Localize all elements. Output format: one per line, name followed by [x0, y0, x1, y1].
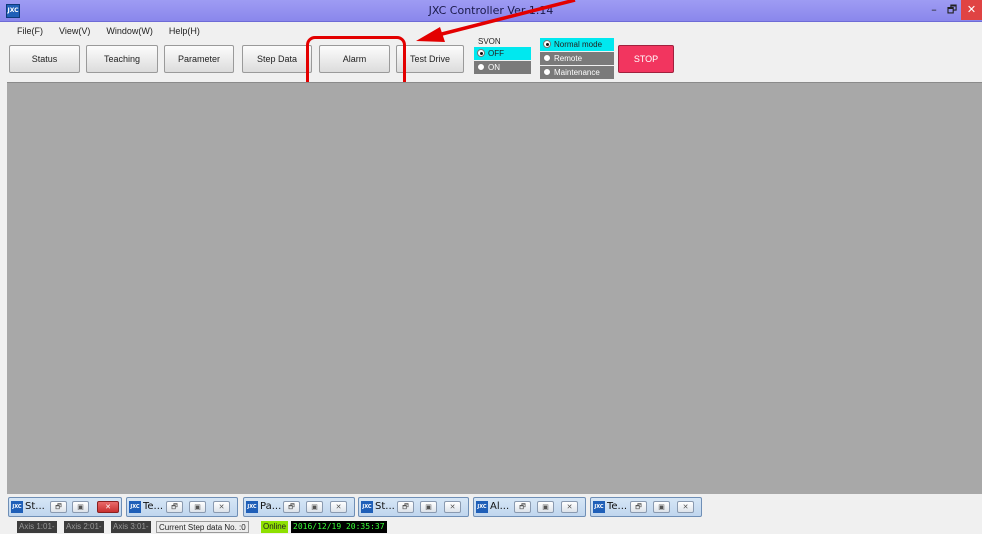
jxc-icon: JXC: [246, 501, 258, 513]
close-button[interactable]: ✕: [961, 0, 982, 20]
close-icon[interactable]: ✕: [561, 501, 578, 513]
close-icon[interactable]: ✕: [677, 501, 694, 513]
close-icon[interactable]: ✕: [213, 501, 230, 513]
close-icon[interactable]: ✕: [444, 501, 461, 513]
menu-bar: File(F) View(V) Window(W) Help(H): [0, 24, 208, 40]
timestamp-status: 2016/12/19 20:35:37: [291, 521, 387, 533]
axis2-status: Axis 2:01-: [64, 521, 104, 533]
svon-on-label: ON: [488, 63, 500, 72]
maximize-icon[interactable]: ▣: [537, 501, 554, 513]
minimized-window-alarm[interactable]: JXC Al... 🗗 ▣ ✕: [473, 497, 586, 517]
remote-mode-radio[interactable]: Remote: [540, 52, 614, 65]
axis1-status: Axis 1:01-: [17, 521, 57, 533]
maximize-icon[interactable]: ▣: [72, 501, 89, 513]
minimized-window-test-drive[interactable]: JXC Te... 🗗 ▣ ✕: [590, 497, 702, 517]
normal-mode-label: Normal mode: [554, 40, 603, 49]
minimize-button[interactable]: –: [924, 0, 944, 20]
minimized-window-title: St...: [375, 501, 395, 512]
maximize-icon[interactable]: ▣: [189, 501, 206, 513]
radio-selected-icon: [477, 49, 485, 57]
radio-unselected-icon: [543, 68, 551, 76]
menu-file[interactable]: File(F): [0, 24, 51, 40]
current-step-status: Current Step data No. :0: [156, 521, 249, 533]
maximize-icon[interactable]: ▣: [420, 501, 437, 513]
menu-view[interactable]: View(V): [51, 24, 98, 40]
close-icon[interactable]: ✕: [330, 501, 347, 513]
jxc-icon: JXC: [361, 501, 373, 513]
restore-icon[interactable]: 🗗: [166, 501, 183, 513]
jxc-icon: JXC: [129, 501, 141, 513]
restore-icon[interactable]: 🗗: [50, 501, 67, 513]
axis3-status: Axis 3:01-: [111, 521, 151, 533]
maximize-icon[interactable]: ▣: [653, 501, 670, 513]
radio-selected-icon: [543, 40, 551, 48]
maintenance-mode-radio[interactable]: Maintenance: [540, 66, 614, 79]
svon-off-radio[interactable]: OFF: [474, 47, 531, 60]
radio-unselected-icon: [543, 54, 551, 62]
restore-icon[interactable]: 🗗: [283, 501, 300, 513]
restore-button[interactable]: 🗗: [942, 0, 962, 20]
remote-mode-label: Remote: [554, 54, 583, 63]
minimized-window-title: Te...: [143, 501, 164, 512]
jxc-icon: JXC: [593, 501, 605, 513]
window-title: JXC Controller Ver 1.14: [428, 4, 554, 17]
jxc-icon: JXC: [476, 501, 488, 513]
restore-icon[interactable]: 🗗: [514, 501, 531, 513]
status-button[interactable]: Status: [9, 45, 80, 73]
alarm-button[interactable]: Alarm: [319, 45, 390, 73]
test-drive-button[interactable]: Test Drive: [396, 45, 464, 73]
minimized-window-parameter[interactable]: JXC Pa... 🗗 ▣ ✕: [243, 497, 355, 517]
online-status: Online: [261, 521, 289, 533]
restore-icon[interactable]: 🗗: [630, 501, 647, 513]
teaching-button[interactable]: Teaching: [86, 45, 158, 73]
minimized-window-title: Te...: [607, 501, 628, 512]
svon-off-label: OFF: [488, 49, 504, 58]
restore-icon[interactable]: 🗗: [397, 501, 414, 513]
maximize-icon[interactable]: ▣: [306, 501, 323, 513]
parameter-button[interactable]: Parameter: [164, 45, 234, 73]
minimized-window-title: Pa...: [260, 501, 282, 512]
svon-on-radio[interactable]: ON: [474, 61, 531, 74]
minimized-window-teaching[interactable]: JXC Te... 🗗 ▣ ✕: [126, 497, 238, 517]
minimized-window-title: St...: [25, 501, 45, 512]
radio-unselected-icon: [477, 63, 485, 71]
stop-button[interactable]: STOP: [618, 45, 674, 73]
svon-label: SVON: [478, 37, 501, 46]
close-icon[interactable]: ✕: [97, 501, 119, 513]
minimized-window-step-data[interactable]: JXC St... 🗗 ▣ ✕: [358, 497, 469, 517]
menu-window[interactable]: Window(W): [98, 24, 161, 40]
step-data-button[interactable]: Step Data: [242, 45, 312, 73]
maintenance-mode-label: Maintenance: [554, 68, 600, 77]
menu-help[interactable]: Help(H): [161, 24, 208, 40]
title-bar: JXC JXC Controller Ver 1.14 – 🗗 ✕: [0, 0, 982, 22]
minimized-window-title: Al...: [490, 501, 510, 512]
minimized-window-status[interactable]: JXC St... 🗗 ▣ ✕: [8, 497, 122, 517]
normal-mode-radio[interactable]: Normal mode: [540, 38, 614, 51]
mdi-workspace: [7, 82, 982, 494]
jxc-icon: JXC: [11, 501, 23, 513]
